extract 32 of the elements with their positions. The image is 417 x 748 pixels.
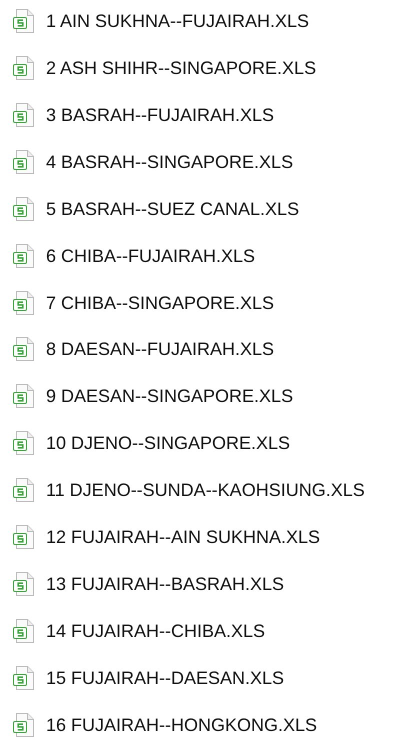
spreadsheet-file-icon [13, 9, 35, 33]
file-name[interactable]: 4 BASRAH--SINGAPORE.XLS [46, 150, 294, 173]
file-name[interactable]: 16 FUJAIRAH--HONGKONG.XLS [46, 714, 318, 736]
spreadsheet-file-icon [13, 572, 35, 596]
spreadsheet-file-icon [13, 244, 35, 268]
spreadsheet-file-icon [13, 384, 35, 408]
spreadsheet-file-icon [13, 56, 35, 80]
spreadsheet-file-icon [13, 337, 35, 362]
spreadsheet-file-icon [13, 525, 35, 550]
file-name[interactable]: 5 BASRAH--SUEZ CANAL.XLS [46, 198, 300, 220]
file-name[interactable]: 12 FUJAIRAH--AIN SUKHNA.XLS [46, 526, 320, 548]
spreadsheet-file-icon [13, 150, 35, 174]
file-name[interactable]: 13 FUJAIRAH--BASRAH.XLS [46, 573, 284, 596]
file-name[interactable]: 10 DJENO--SINGAPORE.XLS [46, 432, 290, 454]
file-name[interactable]: 15 FUJAIRAH--DAESAN.XLS [46, 666, 284, 689]
file-name[interactable]: 9 DAESAN--SINGAPORE.XLS [46, 385, 294, 408]
file-name[interactable]: 1 AIN SUKHNA--FUJAIRAH.XLS [46, 10, 310, 32]
file-name[interactable]: 11 DJENO--SUNDA--KAOHSIUNG.XLS [46, 479, 365, 502]
spreadsheet-file-icon [13, 290, 35, 315]
file-name[interactable]: 14 FUJAIRAH--CHIBA.XLS [46, 620, 266, 642]
file-name[interactable]: 3 BASRAH--FUJAIRAH.XLS [46, 104, 274, 126]
spreadsheet-file-icon [13, 666, 35, 690]
spreadsheet-file-icon [13, 431, 35, 456]
spreadsheet-file-icon [13, 618, 35, 643]
spreadsheet-file-icon [13, 712, 35, 737]
file-name[interactable]: 2 ASH SHIHR--SINGAPORE.XLS [46, 56, 316, 79]
file-name[interactable]: 7 CHIBA--SINGAPORE.XLS [46, 292, 274, 314]
file-name[interactable]: 8 DAESAN--FUJAIRAH.XLS [46, 338, 274, 360]
spreadsheet-file-icon [13, 102, 35, 127]
file-name[interactable]: 6 CHIBA--FUJAIRAH.XLS [46, 244, 256, 267]
spreadsheet-file-icon [13, 196, 35, 221]
spreadsheet-file-icon [13, 478, 35, 502]
